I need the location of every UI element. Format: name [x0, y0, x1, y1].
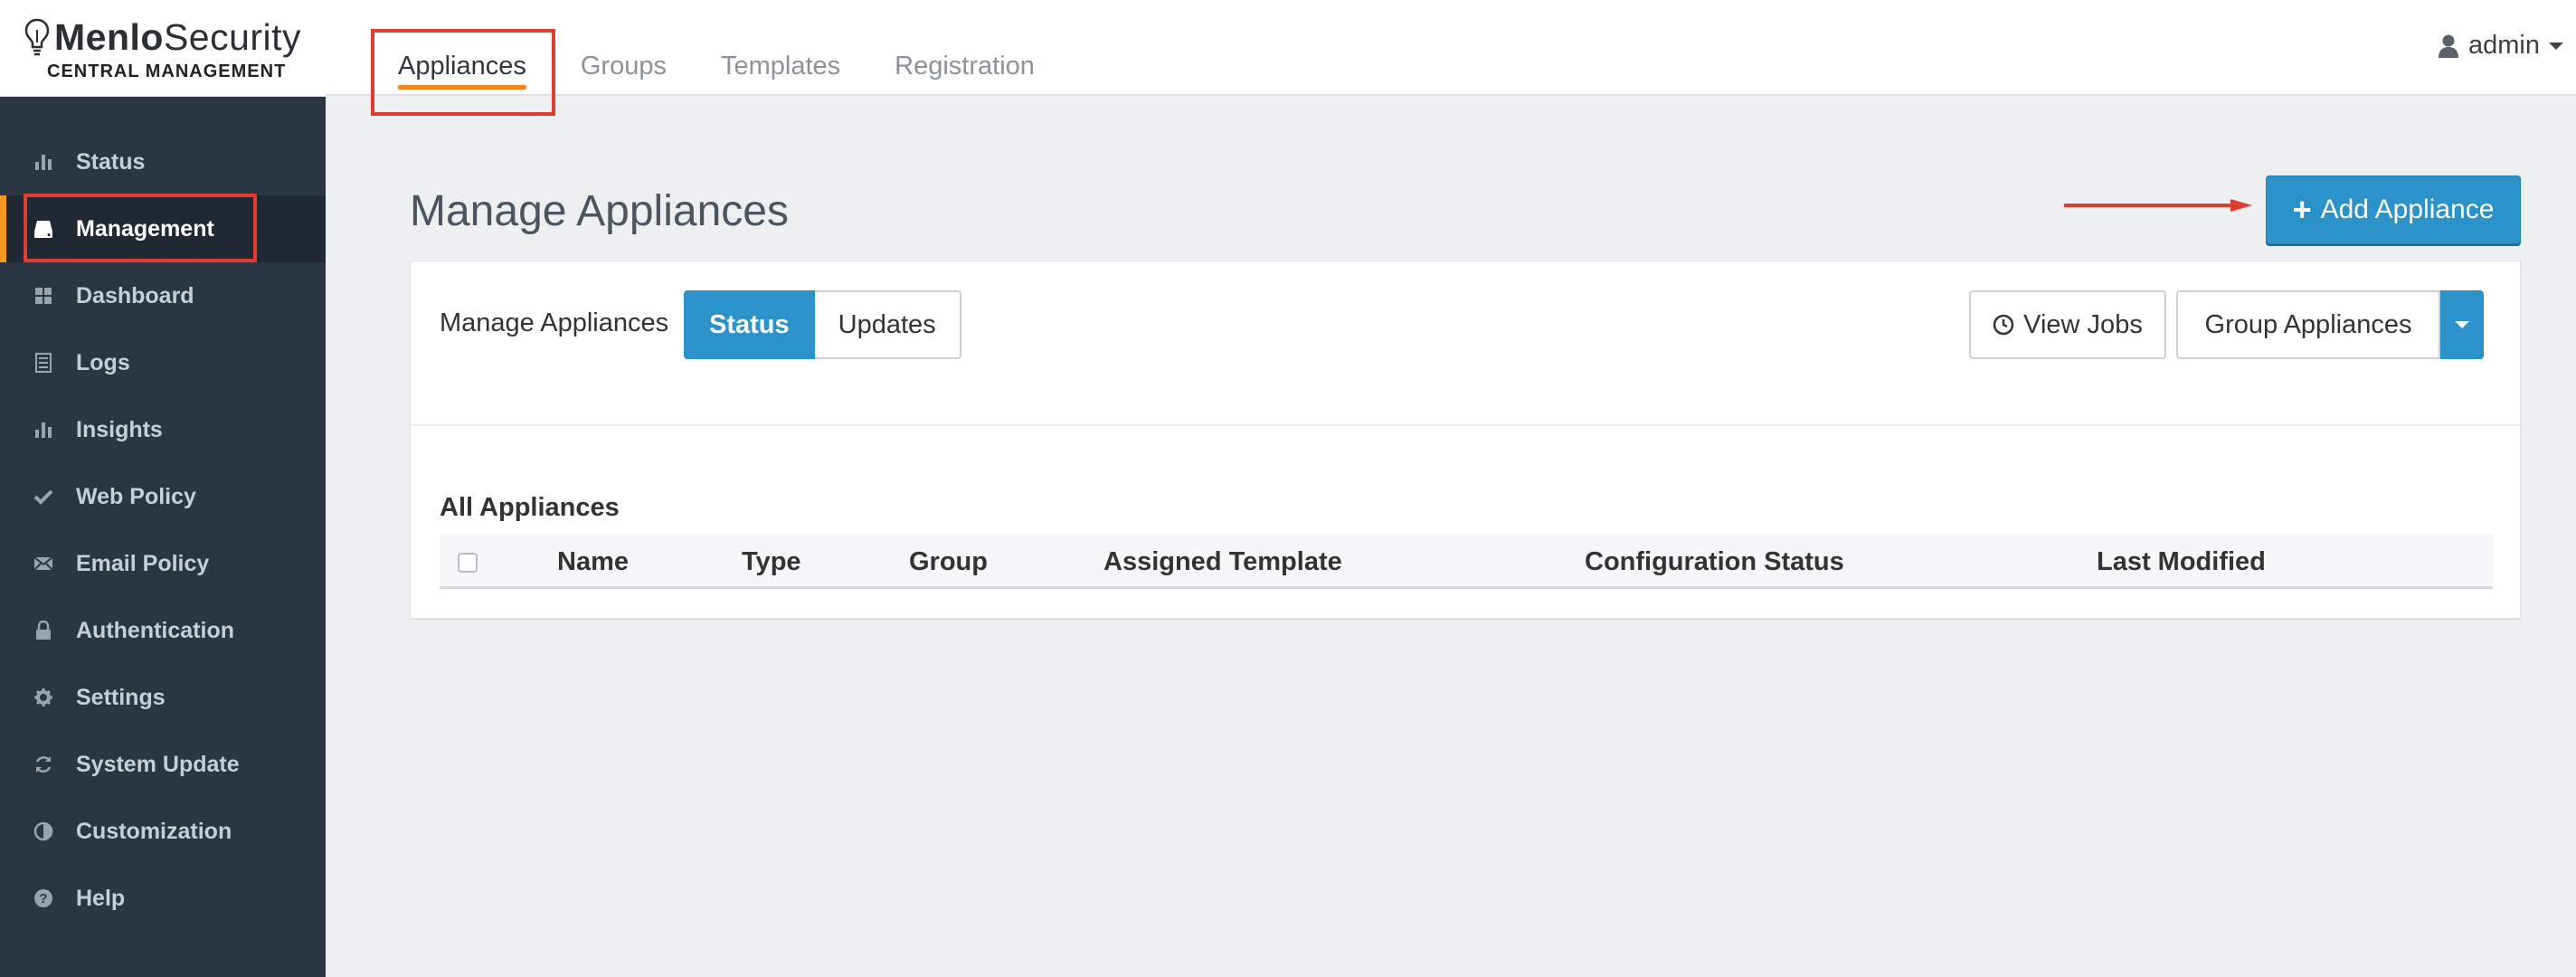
sidebar: MenloSecurity CENTRAL MANAGEMENT Status …	[0, 0, 326, 977]
svg-text:?: ?	[39, 891, 47, 906]
sidebar-item-label: Help	[76, 885, 126, 911]
group-appliances-button[interactable]: Group Appliances	[2176, 290, 2440, 359]
check-icon	[31, 484, 56, 509]
sidebar-item-label: Web Policy	[76, 483, 196, 509]
sidebar-item-logs[interactable]: Logs	[0, 329, 326, 396]
sidebar-item-web-policy[interactable]: Web Policy	[0, 463, 326, 530]
status-toggle-button[interactable]: Status	[684, 290, 815, 359]
sidebar-item-management[interactable]: Management	[0, 195, 326, 262]
annotation-arrow-icon	[2064, 199, 2252, 212]
brand-subtitle: CENTRAL MANAGEMENT	[47, 62, 287, 81]
sidebar-item-label: System Update	[76, 751, 240, 777]
table-header: Name Type Group Assigned Template Config…	[440, 535, 2493, 589]
column-header-configuration-status[interactable]: Configuration Status	[1585, 547, 1844, 577]
tab-groups[interactable]: Groups	[581, 0, 667, 94]
envelope-icon	[31, 551, 56, 576]
sidebar-item-insights[interactable]: Insights	[0, 396, 326, 463]
user-menu[interactable]: admin	[2438, 31, 2563, 61]
gear-icon	[31, 685, 56, 710]
sidebar-item-status[interactable]: Status	[0, 128, 326, 195]
top-navbar: Appliances Groups Templates Registration…	[326, 0, 2576, 96]
sidebar-item-authentication[interactable]: Authentication	[0, 597, 326, 664]
clock-icon	[1993, 314, 2014, 336]
sidebar-item-label: Status	[76, 148, 146, 175]
drive-icon	[31, 216, 56, 242]
sidebar-item-label: Logs	[76, 349, 130, 375]
column-header-assigned-template[interactable]: Assigned Template	[1103, 547, 1342, 577]
sidebar-item-email-policy[interactable]: Email Policy	[0, 530, 326, 597]
brand-logo[interactable]: MenloSecurity CENTRAL MANAGEMENT	[0, 0, 326, 97]
contrast-icon	[31, 819, 56, 844]
sidebar-item-help[interactable]: ? Help	[0, 865, 326, 932]
active-tab-underline	[398, 85, 526, 90]
sidebar-item-customization[interactable]: Customization	[0, 798, 326, 865]
add-appliance-label: Add Appliance	[2320, 194, 2495, 224]
sidebar-item-label: Authentication	[76, 617, 234, 643]
add-appliance-button[interactable]: + Add Appliance	[2266, 175, 2521, 244]
plus-icon: +	[2292, 191, 2312, 228]
tab-label: Groups	[580, 51, 667, 81]
brand-name: MenloSecurity	[54, 15, 302, 58]
sidebar-nav: Status Management Dashboard Logs Insight…	[0, 128, 326, 932]
view-jobs-label: View Jobs	[2023, 309, 2143, 339]
tab-label: Registration	[895, 51, 1035, 81]
select-all-checkbox[interactable]	[458, 553, 478, 573]
updates-toggle-button[interactable]: Updates	[814, 290, 961, 359]
tab-label: Templates	[720, 51, 841, 81]
tab-appliances[interactable]: Appliances	[398, 0, 526, 94]
divider	[411, 424, 2520, 426]
lock-icon	[31, 618, 56, 643]
panel-label: Manage Appliances	[440, 308, 669, 337]
column-header-name[interactable]: Name	[557, 547, 629, 577]
group-appliances-dropdown-toggle[interactable]	[2440, 290, 2484, 359]
sidebar-item-label: Email Policy	[76, 550, 210, 576]
tab-label: Appliances	[398, 51, 526, 81]
sidebar-item-label: Insights	[76, 416, 163, 442]
section-title: All Appliances	[440, 493, 620, 522]
grid-icon	[31, 283, 56, 308]
chevron-down-icon	[2455, 321, 2469, 328]
refresh-icon	[31, 752, 56, 777]
tab-registration[interactable]: Registration	[895, 0, 1035, 94]
chevron-down-icon	[2549, 42, 2563, 50]
user-icon	[2439, 34, 2458, 58]
sidebar-item-label: Management	[76, 215, 214, 242]
sidebar-item-system-update[interactable]: System Update	[0, 731, 326, 798]
column-header-group[interactable]: Group	[909, 547, 988, 577]
lightbulb-icon	[24, 18, 50, 56]
column-header-type[interactable]: Type	[742, 547, 801, 577]
sidebar-item-label: Customization	[76, 818, 232, 844]
sidebar-item-dashboard[interactable]: Dashboard	[0, 262, 326, 329]
page-title: Manage Appliances	[410, 187, 789, 235]
group-appliances-label: Group Appliances	[2204, 309, 2412, 339]
sidebar-item-label: Settings	[76, 684, 166, 710]
bar-chart-icon	[31, 149, 56, 175]
sidebar-item-settings[interactable]: Settings	[0, 664, 326, 731]
column-header-last-modified[interactable]: Last Modified	[2097, 547, 2266, 577]
appliances-panel: Manage Appliances Status Updates View Jo…	[410, 261, 2521, 619]
question-icon: ?	[31, 886, 56, 911]
tab-bar: Appliances Groups Templates Registration	[398, 0, 1089, 94]
view-jobs-button[interactable]: View Jobs	[1969, 290, 2166, 359]
sidebar-item-label: Dashboard	[76, 282, 194, 308]
user-name: admin	[2468, 31, 2540, 60]
bar-chart-icon	[31, 417, 56, 442]
view-toggle: Status Updates	[684, 290, 961, 359]
tab-templates[interactable]: Templates	[721, 0, 840, 94]
list-icon	[31, 350, 56, 375]
